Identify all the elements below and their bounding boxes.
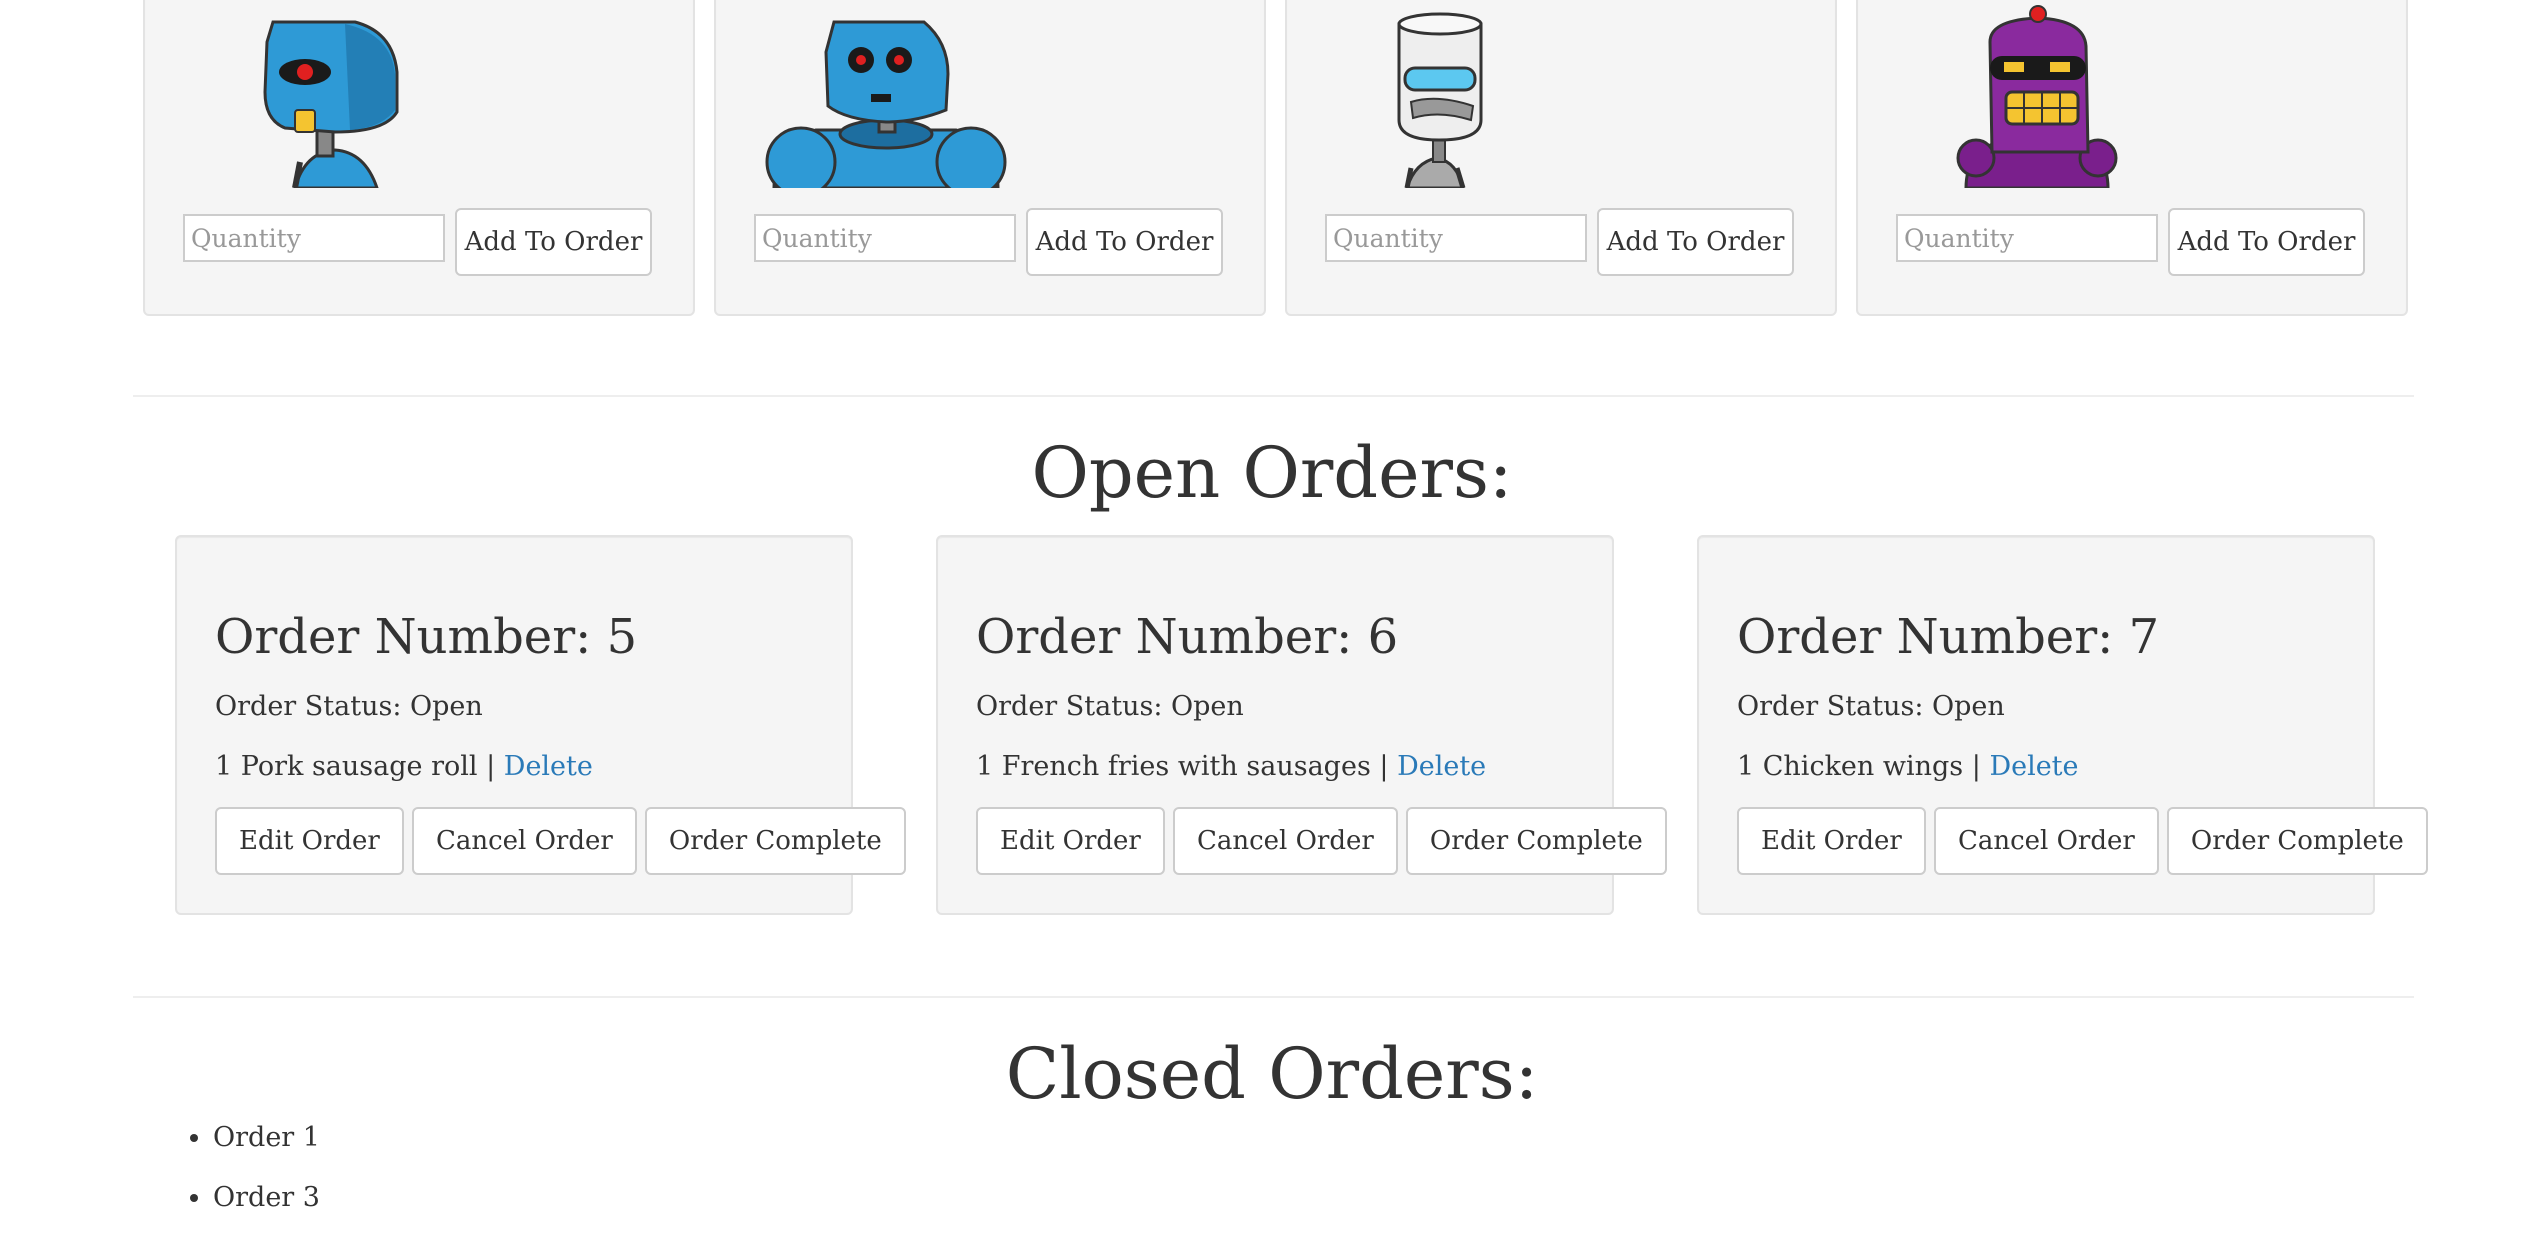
- order-item: 1 Chicken wings | Delete: [1737, 749, 2079, 785]
- order-complete-button[interactable]: Order Complete: [644, 807, 906, 875]
- order-complete-button[interactable]: Order Complete: [1405, 807, 1667, 875]
- order-number: Order Number: 6: [976, 609, 1399, 665]
- delete-link[interactable]: Delete: [504, 751, 593, 782]
- quantity-input[interactable]: [1896, 214, 2158, 262]
- cancel-order-button[interactable]: Cancel Order: [411, 807, 637, 875]
- order-status: Order Status: Open: [1737, 691, 2005, 722]
- robot-purple-image: [1858, 2, 2406, 188]
- add-to-order-button[interactable]: Add To Order: [1597, 208, 1794, 276]
- edit-order-button[interactable]: Edit Order: [215, 807, 404, 875]
- edit-order-button[interactable]: Edit Order: [1737, 807, 1926, 875]
- quantity-input[interactable]: [183, 214, 445, 262]
- order-item: 1 Pork sausage roll | Delete: [215, 749, 593, 785]
- product-card: Add To Order: [143, 0, 695, 316]
- edit-order-button[interactable]: Edit Order: [976, 807, 1165, 875]
- closed-order-item: Order 1: [213, 1120, 320, 1156]
- open-orders-heading: Open Orders:: [1031, 432, 1513, 514]
- add-to-order-button[interactable]: Add To Order: [2168, 208, 2365, 276]
- delete-link[interactable]: Delete: [1397, 751, 1486, 782]
- order-item-text: 1 French fries with sausages |: [976, 751, 1389, 782]
- product-grid: Add To Order Add To Order: [143, 0, 2408, 316]
- closed-orders-list: Order 1 Order 3: [170, 1120, 320, 1240]
- add-to-order-button[interactable]: Add To Order: [455, 208, 652, 276]
- order-actions: Edit Order Cancel Order Order Complete: [976, 807, 1670, 875]
- order-item: 1 French fries with sausages | Delete: [976, 749, 1486, 785]
- order-card: Order Number: 7 Order Status: Open 1 Chi…: [1697, 535, 2428, 915]
- order-complete-button[interactable]: Order Complete: [2166, 807, 2428, 875]
- order-status: Order Status: Open: [215, 691, 483, 722]
- robot-blue-big-image: [716, 2, 1264, 188]
- closed-orders-heading: Closed Orders:: [1005, 1033, 1539, 1115]
- order-card: Order Number: 5 Order Status: Open 1 Por…: [175, 535, 906, 915]
- order-actions: Edit Order Cancel Order Order Complete: [1737, 807, 2431, 875]
- closed-order-item: Order 3: [213, 1180, 320, 1216]
- order-status: Order Status: Open: [976, 691, 1244, 722]
- section-divider: [133, 395, 2414, 397]
- order-card: Order Number: 6 Order Status: Open 1 Fre…: [936, 535, 1667, 915]
- product-card: Add To Order: [1285, 0, 1837, 316]
- add-to-order-button[interactable]: Add To Order: [1026, 208, 1223, 276]
- cancel-order-button[interactable]: Cancel Order: [1933, 807, 2159, 875]
- quantity-input[interactable]: [1325, 214, 1587, 262]
- robot-cyclops-image: [145, 2, 693, 188]
- order-item-text: 1 Chicken wings |: [1737, 751, 1981, 782]
- delete-link[interactable]: Delete: [1989, 751, 2078, 782]
- order-item-text: 1 Pork sausage roll |: [215, 751, 496, 782]
- order-actions: Edit Order Cancel Order Order Complete: [215, 807, 909, 875]
- product-card: Add To Order: [1856, 0, 2408, 316]
- product-card: Add To Order: [714, 0, 1266, 316]
- robot-white-tin-image: [1287, 2, 1835, 188]
- quantity-input[interactable]: [754, 214, 1016, 262]
- order-number: Order Number: 5: [215, 609, 638, 665]
- order-number: Order Number: 7: [1737, 609, 2160, 665]
- cancel-order-button[interactable]: Cancel Order: [1172, 807, 1398, 875]
- section-divider: [133, 996, 2414, 998]
